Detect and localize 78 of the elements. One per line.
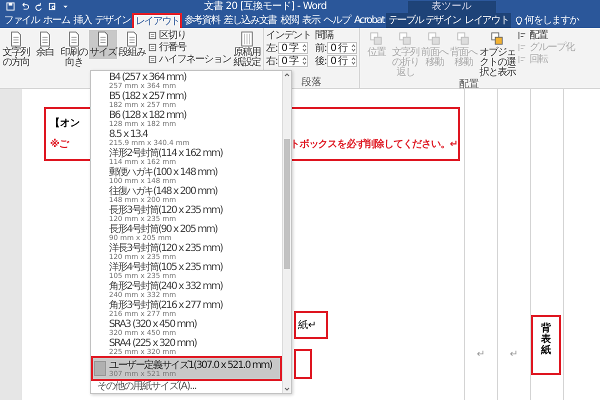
spacing-field[interactable]: 0 行: [327, 55, 358, 67]
page-icon: [125, 31, 139, 47]
scroll-up-icon[interactable]: [283, 71, 291, 79]
context-tools-label: 表ツール: [408, 0, 496, 12]
lightbulb-icon: [514, 16, 523, 26]
stacked-squares-icon: [369, 31, 384, 47]
page-lines-icon: [148, 43, 157, 52]
ribbon-tab[interactable]: 表示: [300, 13, 322, 28]
ribbon-tab[interactable]: ホーム: [41, 13, 72, 28]
ribbon-tab[interactable]: Acrobat: [352, 13, 386, 28]
field-label: 右:: [266, 56, 278, 66]
paragraph-mark: ↵: [476, 349, 486, 361]
more-paper-sizes-link[interactable]: その他の用紙サイズ(A)...: [91, 381, 282, 393]
align-icon: [518, 55, 528, 64]
warning-text: ※ご: [50, 138, 69, 151]
ribbon-tab[interactable]: レイアウト: [462, 13, 511, 28]
ribbon-small-button[interactable]: 配置: [517, 30, 576, 41]
spinner-icon[interactable]: [302, 56, 308, 66]
field-label: 左:: [266, 42, 278, 54]
label-text: 紙↵: [298, 319, 316, 332]
stacked-squares-icon: [427, 31, 442, 47]
save-icon[interactable]: [6, 2, 15, 11]
stacked-squares-icon: [490, 31, 504, 47]
ribbon-tab[interactable]: ヘルプ: [322, 13, 352, 28]
ribbon-small-button[interactable]: 区切り: [147, 30, 232, 41]
ribbon-small-button[interactable]: ハイフネーション: [147, 54, 232, 65]
stacked-squares-icon: [398, 31, 412, 47]
tell-me-search[interactable]: 何をしますか: [524, 13, 579, 28]
paragraph-mark: ↵: [510, 349, 518, 361]
indent-field[interactable]: 0 字: [278, 42, 308, 54]
page-icon: [67, 31, 81, 47]
ribbon-tab[interactable]: 参考資料: [182, 13, 222, 28]
ribbon-tab[interactable]: デザイン: [93, 13, 132, 28]
spinner-icon[interactable]: [351, 56, 356, 66]
ribbon-button[interactable]: 印刷の向き: [60, 30, 88, 69]
align-icon: [518, 31, 528, 40]
ribbon-button[interactable]: 段組み: [118, 30, 146, 59]
group-label: 段落: [300, 77, 323, 88]
ribbon-tab[interactable]: 挿入: [72, 13, 94, 28]
ribbon-tab[interactable]: ファイル: [2, 13, 42, 28]
ribbon-tab[interactable]: テーブル デザイン: [386, 13, 463, 28]
spacing-field[interactable]: 0 行: [327, 42, 358, 54]
ribbon-button[interactable]: 原稿用紙設定: [233, 30, 261, 69]
ribbon-tab[interactable]: 校閲: [278, 13, 300, 28]
page-lines-icon: [148, 31, 157, 40]
group-label: 配置: [458, 79, 480, 90]
ribbon-button[interactable]: オブジェクトの選択と表示: [478, 30, 516, 79]
undo-icon[interactable]: [20, 2, 29, 11]
window-title: 文書 20 [互換モード] - Word: [204, 0, 327, 12]
ribbon-tab[interactable]: レイアウト: [132, 13, 182, 28]
scrollbar[interactable]: [282, 71, 291, 393]
ribbon-tab[interactable]: 差し込み文書: [222, 13, 278, 28]
indent-heading: インデント: [266, 30, 311, 41]
ribbon-button[interactable]: 文字列の方向: [2, 30, 30, 69]
stacked-squares-icon: [456, 31, 470, 47]
page-size-icon: [94, 361, 106, 376]
ribbon-button[interactable]: 余白: [31, 30, 59, 59]
page-lines-icon: [148, 55, 157, 64]
warning-text: トボックスを必ず削除してください。↵: [290, 138, 458, 151]
ribbon-small-button[interactable]: 行番号: [147, 42, 232, 53]
print-preview-icon[interactable]: [48, 2, 57, 11]
page-icon: [38, 31, 52, 47]
align-icon: [518, 43, 528, 52]
indent-field[interactable]: 0 字: [278, 55, 308, 67]
manuscript-page-icon: [240, 31, 254, 47]
page-icon: [96, 31, 110, 47]
field-label: 後:: [315, 56, 326, 66]
scroll-down-icon[interactable]: [283, 385, 291, 393]
spine-label: 背表紙: [541, 323, 551, 358]
ribbon-button[interactable]: サイズ: [89, 30, 117, 59]
field-label: 前:: [315, 42, 326, 54]
spacing-heading: 間隔: [315, 30, 334, 41]
spinner-icon[interactable]: [351, 43, 356, 53]
redo-icon[interactable]: [34, 2, 43, 11]
text-box: [294, 349, 312, 379]
notice-heading: 【オン: [50, 117, 80, 130]
spinner-icon[interactable]: [302, 43, 308, 53]
page-icon: [9, 31, 23, 47]
